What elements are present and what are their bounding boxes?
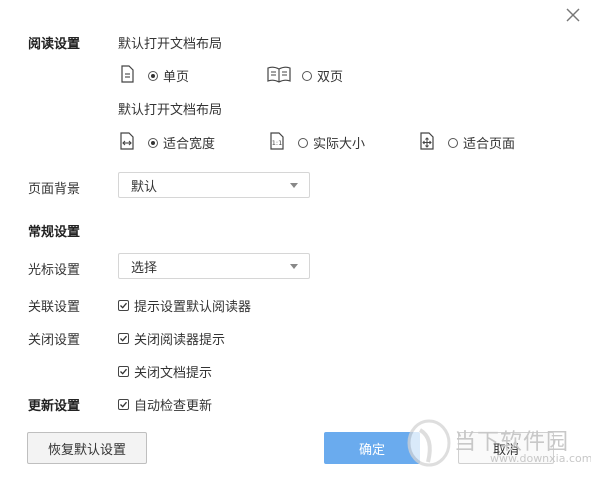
cursor-select[interactable]: 选择 — [118, 253, 310, 279]
general-section-title: 常规设置 — [28, 225, 81, 240]
actual-size-icon: 1:1 — [270, 132, 284, 150]
cursor-select-value: 选择 — [131, 260, 158, 276]
checkmark-icon — [120, 302, 127, 309]
zoom-option-fit-page[interactable]: 适合页面 — [448, 133, 515, 152]
layout-option-double[interactable]: 双页 — [302, 66, 343, 85]
close-doc-tip-checkbox-row[interactable]: 关闭文档提示 — [118, 362, 212, 381]
checkmark-icon — [120, 368, 127, 375]
background-select-value: 默认 — [131, 179, 158, 195]
default-reader-checkbox-row[interactable]: 提示设置默认阅读器 — [118, 296, 251, 315]
actual-size-radio[interactable] — [298, 137, 308, 148]
checkmark-icon — [120, 401, 127, 408]
reading-section-title: 阅读设置 — [28, 37, 81, 52]
checkmark-icon — [120, 335, 127, 342]
actual-size-label: 实际大小 — [313, 137, 366, 152]
cursor-label: 光标设置 — [28, 263, 81, 278]
layout-option-single[interactable]: 单页 — [148, 66, 189, 85]
watermark-url: www.downxia.com — [490, 452, 591, 465]
zoom-option-actual-size[interactable]: 实际大小 — [298, 133, 365, 152]
association-label: 关联设置 — [28, 300, 81, 315]
fit-width-radio[interactable] — [148, 137, 158, 148]
chevron-down-icon — [290, 183, 298, 188]
single-page-icon — [121, 65, 134, 83]
zoom-option-fit-width[interactable]: 适合宽度 — [148, 133, 215, 152]
double-page-radio[interactable] — [302, 70, 312, 81]
close-icon[interactable] — [564, 6, 582, 24]
fit-page-radio[interactable] — [448, 137, 458, 148]
fit-page-icon — [420, 132, 434, 150]
layout-label: 默认打开文档布局 — [118, 37, 223, 52]
background-label: 页面背景 — [28, 182, 81, 197]
default-reader-checkbox[interactable] — [118, 300, 129, 311]
double-page-label: 双页 — [317, 70, 344, 85]
single-page-radio[interactable] — [148, 70, 158, 81]
zoom-label: 默认打开文档布局 — [118, 103, 223, 118]
fit-width-label: 适合宽度 — [163, 137, 216, 152]
close-doc-tip-label: 关闭文档提示 — [134, 366, 213, 381]
close-settings-label: 关闭设置 — [28, 333, 81, 348]
close-reader-tip-checkbox[interactable] — [118, 333, 129, 344]
single-page-label: 单页 — [163, 70, 190, 85]
svg-text:1:1: 1:1 — [272, 139, 282, 147]
close-reader-tip-label: 关闭阅读器提示 — [134, 333, 226, 348]
watermark-logo-icon — [407, 419, 451, 467]
auto-update-checkbox[interactable] — [118, 399, 129, 410]
auto-update-label: 自动检查更新 — [134, 399, 213, 414]
default-reader-label: 提示设置默认阅读器 — [134, 300, 252, 315]
chevron-down-icon — [290, 264, 298, 269]
restore-defaults-button[interactable]: 恢复默认设置 — [27, 432, 147, 464]
close-reader-tip-checkbox-row[interactable]: 关闭阅读器提示 — [118, 329, 225, 348]
update-section-title: 更新设置 — [28, 399, 81, 414]
background-select[interactable]: 默认 — [118, 172, 310, 198]
auto-update-checkbox-row[interactable]: 自动检查更新 — [118, 395, 212, 414]
fit-width-icon — [120, 132, 134, 150]
fit-page-label: 适合页面 — [463, 137, 516, 152]
double-page-icon — [267, 66, 291, 83]
close-doc-tip-checkbox[interactable] — [118, 366, 129, 377]
